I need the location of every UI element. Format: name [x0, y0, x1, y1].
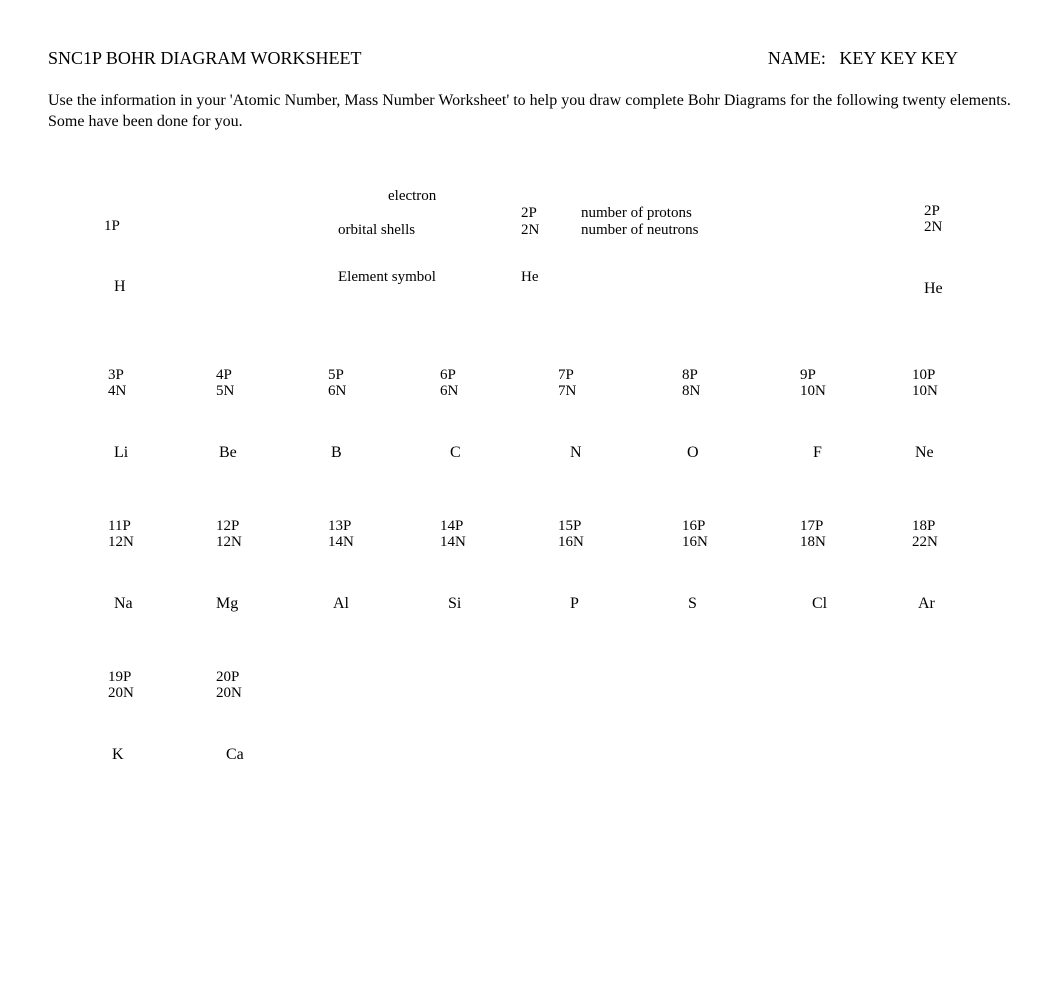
element-symbol: Ar: [918, 595, 1024, 613]
proton-count: 7P: [558, 367, 682, 384]
proton-count: 20P: [216, 669, 336, 686]
neutron-count: 20N: [108, 685, 216, 702]
proton-count: 1P: [104, 218, 126, 235]
name-label: NAME:: [768, 48, 826, 68]
element-symbol: B: [331, 444, 440, 462]
neutron-count: 5N: [216, 383, 328, 400]
element-symbol: H: [114, 278, 126, 296]
element-cell-H: 1P H: [104, 188, 126, 297]
legend-symbol-label: Element symbol: [338, 269, 521, 286]
legend-shells: orbital shells: [338, 222, 521, 239]
element-symbol: Cl: [812, 595, 912, 613]
element-symbol: C: [450, 444, 558, 462]
element-row-1: 1P H electron 2P number of protons orbit…: [48, 188, 1014, 343]
element-cell-B: 5P6N B: [328, 367, 440, 494]
element-cell-F: 9P10N F: [800, 367, 912, 494]
element-row-4: 19P20N K 20P20N Ca: [108, 669, 1014, 796]
proton-count: 18P: [912, 518, 1024, 535]
element-cell-C: 6P6N C: [440, 367, 558, 494]
neutron-count: 16N: [558, 534, 682, 551]
element-symbol: Si: [448, 595, 558, 613]
neutron-count: 7N: [558, 383, 682, 400]
neutron-count: 6N: [328, 383, 440, 400]
legend-neutrons-label: number of neutrons: [581, 222, 698, 239]
proton-count: 5P: [328, 367, 440, 384]
legend-electron: electron: [338, 188, 571, 205]
element-cell-S: 16P16N S: [682, 518, 800, 645]
element-cell-P: 15P16N P: [558, 518, 682, 645]
element-symbol: K: [112, 746, 216, 764]
proton-count: 4P: [216, 367, 328, 384]
element-cell-Cl: 17P18N Cl: [800, 518, 912, 645]
proton-count: 15P: [558, 518, 682, 535]
neutron-count: 14N: [440, 534, 558, 551]
proton-count: 6P: [440, 367, 558, 384]
element-symbol: P: [570, 595, 682, 613]
instructions: Use the information in your 'Atomic Numb…: [48, 91, 1014, 133]
neutron-count: 4N: [108, 383, 216, 400]
element-symbol: Mg: [216, 595, 328, 613]
neutron-count: 14N: [328, 534, 440, 551]
element-cell-Ar: 18P22N Ar: [912, 518, 1024, 645]
element-cell-N: 7P7N N: [558, 367, 682, 494]
neutron-count: 2N: [924, 219, 943, 236]
proton-count: 14P: [440, 518, 558, 535]
proton-count: 13P: [328, 518, 440, 535]
proton-count: 12P: [216, 518, 328, 535]
element-symbol: Ca: [226, 746, 336, 764]
proton-count: 9P: [800, 367, 912, 384]
legend-neutrons-value: 2N: [521, 222, 581, 239]
neutron-count: 8N: [682, 383, 800, 400]
element-cell-K: 19P20N K: [108, 669, 216, 796]
element-cell-Mg: 12P12N Mg: [216, 518, 328, 645]
proton-count: 16P: [682, 518, 800, 535]
neutron-count: 12N: [216, 534, 328, 551]
neutron-count: 6N: [440, 383, 558, 400]
legend-symbol-value: He: [521, 269, 581, 286]
element-symbol: Be: [219, 444, 328, 462]
element-cell-Si: 14P14N Si: [440, 518, 558, 645]
element-cell-Li: 3P4N Li: [108, 367, 216, 494]
element-cell-Ne: 10P10N Ne: [912, 367, 1024, 494]
element-cell-Na: 11P12N Na: [108, 518, 216, 645]
neutron-count: 10N: [912, 383, 1024, 400]
example-legend: electron 2P number of protons orbital sh…: [338, 188, 758, 287]
element-symbol: Ne: [915, 444, 1024, 462]
neutron-count: 18N: [800, 534, 912, 551]
neutron-count: 10N: [800, 383, 912, 400]
element-row-3: 11P12NNa 12P12NMg 13P14NAl 14P14NSi 15P1…: [108, 518, 1014, 645]
element-symbol: He: [924, 280, 943, 298]
element-symbol: Li: [114, 444, 216, 462]
name-value: KEY KEY KEY: [839, 48, 958, 68]
neutron-count: 12N: [108, 534, 216, 551]
proton-count: 19P: [108, 669, 216, 686]
proton-count: 3P: [108, 367, 216, 384]
name-field: NAME: KEY KEY KEY: [768, 48, 958, 69]
element-symbol: S: [688, 595, 800, 613]
worksheet-title: SNC1P BOHR DIAGRAM WORKSHEET: [48, 48, 768, 69]
legend-protons-label: number of protons: [581, 205, 692, 222]
neutron-count: 20N: [216, 685, 336, 702]
element-symbol: O: [687, 444, 800, 462]
proton-count: 10P: [912, 367, 1024, 384]
proton-count: 8P: [682, 367, 800, 384]
element-symbol: F: [813, 444, 912, 462]
element-symbol: Na: [114, 595, 216, 613]
element-row-2: 3P4N Li 4P5N Be 5P6N B 6P6N C 7P7N N 8P8N O 9P…: [108, 367, 1014, 494]
element-cell-Al: 13P14N Al: [328, 518, 440, 645]
neutron-count: 22N: [912, 534, 1024, 551]
proton-count: 17P: [800, 518, 912, 535]
legend-protons-value: 2P: [521, 205, 581, 222]
element-cell-O: 8P8N O: [682, 367, 800, 494]
element-cell-Ca: 20P20N Ca: [216, 669, 336, 796]
element-cell-Be: 4P5N Be: [216, 367, 328, 494]
header: SNC1P BOHR DIAGRAM WORKSHEET NAME: KEY K…: [48, 48, 1014, 69]
element-symbol: Al: [333, 595, 440, 613]
element-cell-He: 2P 2N He: [924, 188, 943, 298]
proton-count: 11P: [108, 518, 216, 535]
neutron-count: 16N: [682, 534, 800, 551]
element-symbol: N: [570, 444, 682, 462]
proton-count: 2P: [924, 203, 943, 220]
